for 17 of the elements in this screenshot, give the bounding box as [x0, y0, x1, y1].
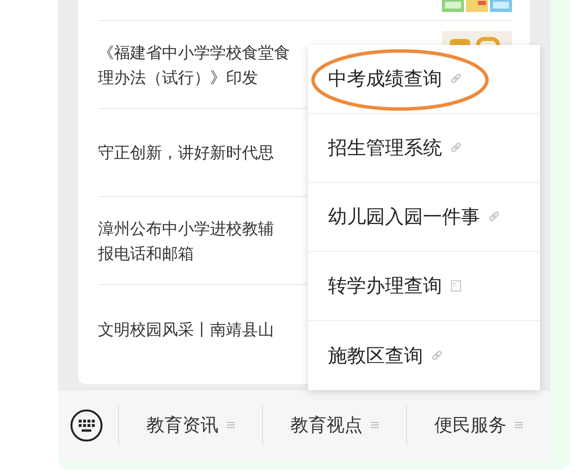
link-icon [431, 350, 443, 362]
link-icon [450, 73, 462, 85]
menu-icon [226, 421, 234, 429]
keyboard-icon[interactable] [70, 408, 103, 442]
menu-item[interactable]: 中考成绩查询 [308, 45, 540, 114]
menu-item[interactable]: 转学办理查询 [308, 252, 540, 321]
link-icon [450, 142, 462, 154]
link-icon [488, 211, 500, 223]
menu-tab[interactable]: 教育视点 [262, 405, 406, 445]
menu-item[interactable]: 施教区查询 [308, 321, 540, 390]
menu-icon [370, 421, 378, 429]
menu-item[interactable]: 招生管理系统 [308, 114, 540, 183]
document-icon [450, 280, 462, 292]
menu-item[interactable]: 幼儿园入园一件事 [308, 183, 540, 252]
menu-icon [514, 421, 522, 429]
menu-tab[interactable]: 便民服务 [406, 405, 550, 445]
menu-tab[interactable]: 教育资讯 [118, 405, 262, 445]
